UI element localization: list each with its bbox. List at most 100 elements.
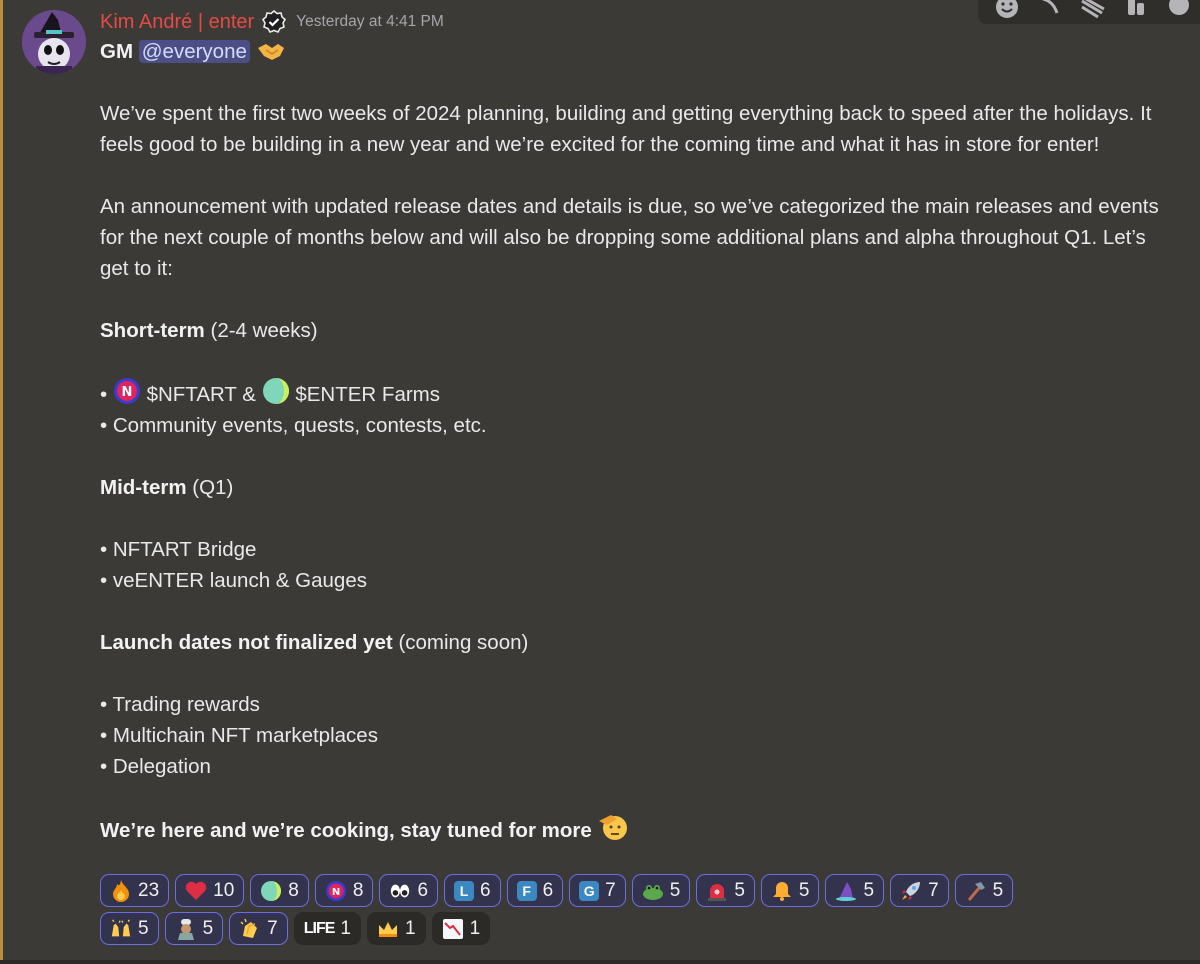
author-name[interactable]: Kim André | enter: [100, 11, 254, 34]
more-actions-button[interactable]: [1120, 0, 1153, 21]
svg-text:N: N: [121, 385, 132, 400]
crown-icon: [377, 918, 399, 940]
reactions-row: 5 5 7 LIFE 1 1 1: [100, 912, 1100, 945]
launch-heading: Launch dates not finalized yet (coming s…: [100, 627, 1160, 658]
intro-paragraph: We’ve spent the first two weeks of 2024 …: [100, 102, 1152, 156]
nftart-token-icon: N: [325, 880, 347, 902]
reaction-count: 1: [404, 917, 416, 939]
launch-item: • Delegation: [100, 755, 211, 778]
frog-icon: [642, 880, 664, 902]
launch-item: • Trading rewards: [100, 693, 260, 716]
reaction-eyes[interactable]: 6: [379, 874, 439, 907]
mid-term-title: Mid-term: [100, 476, 187, 499]
letter-f-icon: F: [516, 880, 537, 901]
enter-farms-text: $ENTER Farms: [295, 383, 441, 406]
heart-icon: [185, 880, 207, 902]
clap-icon: [239, 918, 261, 940]
witch-cat-avatar-icon: [22, 10, 86, 74]
chart-down-icon: [442, 918, 464, 940]
reaction-letter-l[interactable]: L 6: [444, 874, 501, 907]
fire-icon: [110, 879, 132, 902]
reply-button[interactable]: [1033, 0, 1066, 21]
reaction-letter-g[interactable]: G 7: [569, 874, 626, 907]
reaction-count: 7: [928, 879, 939, 901]
verified-badge-icon: [262, 10, 287, 33]
smiley-icon: [995, 0, 1018, 18]
letter-l-icon: L: [454, 880, 475, 901]
reaction-count: 5: [202, 917, 214, 939]
message-actions-toolbar: [978, 0, 1200, 24]
add-reaction-button[interactable]: [990, 0, 1023, 21]
reaction-frog[interactable]: 5: [631, 874, 691, 907]
reaction-count: 1: [469, 917, 481, 939]
short-term-note: (2-4 weeks): [210, 319, 318, 342]
reaction-count: 5: [669, 879, 681, 901]
reaction-count: 7: [267, 917, 278, 939]
message-content: GM @everyone We’ve spent the first two w…: [100, 36, 1160, 846]
reaction-count: 8: [288, 879, 299, 901]
reaction-letter-f[interactable]: F 6: [506, 874, 564, 907]
options-button[interactable]: [1163, 0, 1196, 21]
reaction-count: 8: [352, 879, 364, 901]
ellipsis-icon: [1169, 0, 1190, 15]
reaction-count: 7: [605, 879, 616, 901]
cook-icon: [175, 918, 197, 940]
thread-icon: [1081, 0, 1105, 19]
create-thread-button[interactable]: [1076, 0, 1109, 21]
handshake-icon: [257, 44, 284, 60]
short-term-title: Short-term: [100, 319, 205, 342]
reaction-crown[interactable]: 1: [366, 912, 426, 945]
raised-hands-icon: [110, 918, 132, 940]
greeting-line: GM @everyone: [100, 36, 1160, 67]
message-highlight-bar: [0, 0, 3, 964]
reaction-cook[interactable]: 5: [164, 912, 224, 945]
reaction-bell[interactable]: 5: [760, 874, 820, 907]
divider: [0, 960, 1200, 964]
announcement-paragraph: An announcement with updated release dat…: [100, 195, 1159, 280]
rocket-icon: [900, 880, 922, 902]
mid-term-heading: Mid-term (Q1): [100, 472, 1160, 503]
reaction-raised-hands[interactable]: 5: [100, 912, 159, 945]
reaction-count: 5: [798, 879, 810, 901]
everyone-mention[interactable]: @everyone: [138, 40, 250, 63]
reaction-rocket[interactable]: 7: [890, 874, 949, 907]
reaction-count: 6: [480, 879, 491, 901]
message-header: Kim André | enter Yesterday at 4:41 PM: [100, 6, 444, 38]
wizard-hat-icon: [835, 880, 857, 902]
reaction-enter-token[interactable]: 8: [250, 874, 309, 907]
reaction-heart[interactable]: 10: [175, 874, 245, 907]
reaction-count: 1: [340, 917, 351, 939]
reaction-count: 5: [138, 917, 149, 939]
mid-term-note: (Q1): [192, 476, 234, 499]
launch-item: • Multichain NFT marketplaces: [100, 724, 378, 747]
reaction-count: 23: [138, 879, 160, 901]
hammer-icon: [965, 880, 987, 902]
eyes-icon: [389, 880, 411, 902]
reaction-life[interactable]: LIFE 1: [293, 912, 361, 945]
closing-text: We’re here and we’re cooking, stay tuned…: [100, 819, 592, 842]
reaction-clap[interactable]: 7: [229, 912, 288, 945]
siren-icon: [706, 880, 728, 902]
bullet: •: [100, 383, 108, 406]
enter-token-icon: [262, 378, 289, 404]
short-term-item: • Community events, quests, contests, et…: [100, 414, 487, 437]
reaction-count: 5: [734, 879, 745, 901]
timestamp[interactable]: Yesterday at 4:41 PM: [296, 13, 444, 31]
reaction-wizard-hat[interactable]: 5: [825, 874, 885, 907]
reaction-count: 6: [417, 879, 429, 901]
reaction-chart-down[interactable]: 1: [431, 912, 491, 945]
mid-term-item: • veENTER launch & Gauges: [100, 569, 367, 592]
reaction-nftart-token[interactable]: N 8: [314, 874, 374, 907]
mid-term-item: • NFTART Bridge: [100, 538, 257, 561]
reaction-hammer[interactable]: 5: [954, 874, 1014, 907]
life-icon: LIFE: [303, 919, 336, 937]
reaction-siren[interactable]: 5: [696, 874, 755, 907]
launch-title: Launch dates not finalized yet: [100, 631, 393, 654]
farms-bullet: • N $NFTART & $ENTER Farms: [100, 377, 1160, 410]
greeting: GM: [100, 40, 134, 63]
launch-note: (coming soon): [398, 631, 529, 654]
svg-text:N: N: [332, 887, 340, 898]
saluting-face-icon: [599, 815, 628, 840]
avatar[interactable]: [22, 10, 86, 74]
reaction-fire[interactable]: 23: [100, 874, 170, 907]
